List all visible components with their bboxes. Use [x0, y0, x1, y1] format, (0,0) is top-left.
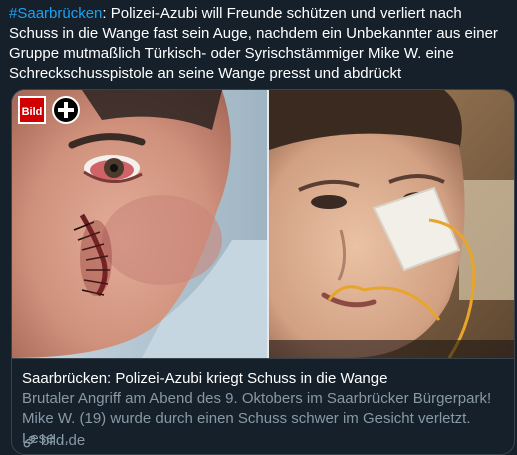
card-description: Brutaler Angriff am Abend des 9. Oktober… [22, 390, 492, 447]
card-body: Saarbrücken: Polizei-Azubi kriegt Schuss… [12, 358, 514, 454]
bild-logo-text: Bild [22, 106, 43, 118]
link-preview-card[interactable]: Bild Saarbrücken: Polizei-Azubi kriegt S… [11, 89, 515, 455]
bandaged-face-photo [269, 90, 514, 358]
card-domain[interactable]: bild.de [22, 431, 85, 451]
bild-plus-logo: Bild [18, 96, 80, 124]
tweet-text: #Saarbrücken: Polizei-Azubi will Freunde… [9, 4, 514, 84]
card-title[interactable]: Saarbrücken: Polizei-Azubi kriegt Schuss… [22, 369, 510, 389]
card-media[interactable]: Bild [12, 90, 514, 358]
link-icon [23, 435, 36, 447]
injured-cheek-photo [12, 90, 267, 358]
hashtag-link[interactable]: #Saarbrücken [9, 5, 102, 22]
card-domain-text: bild.de [41, 432, 86, 449]
